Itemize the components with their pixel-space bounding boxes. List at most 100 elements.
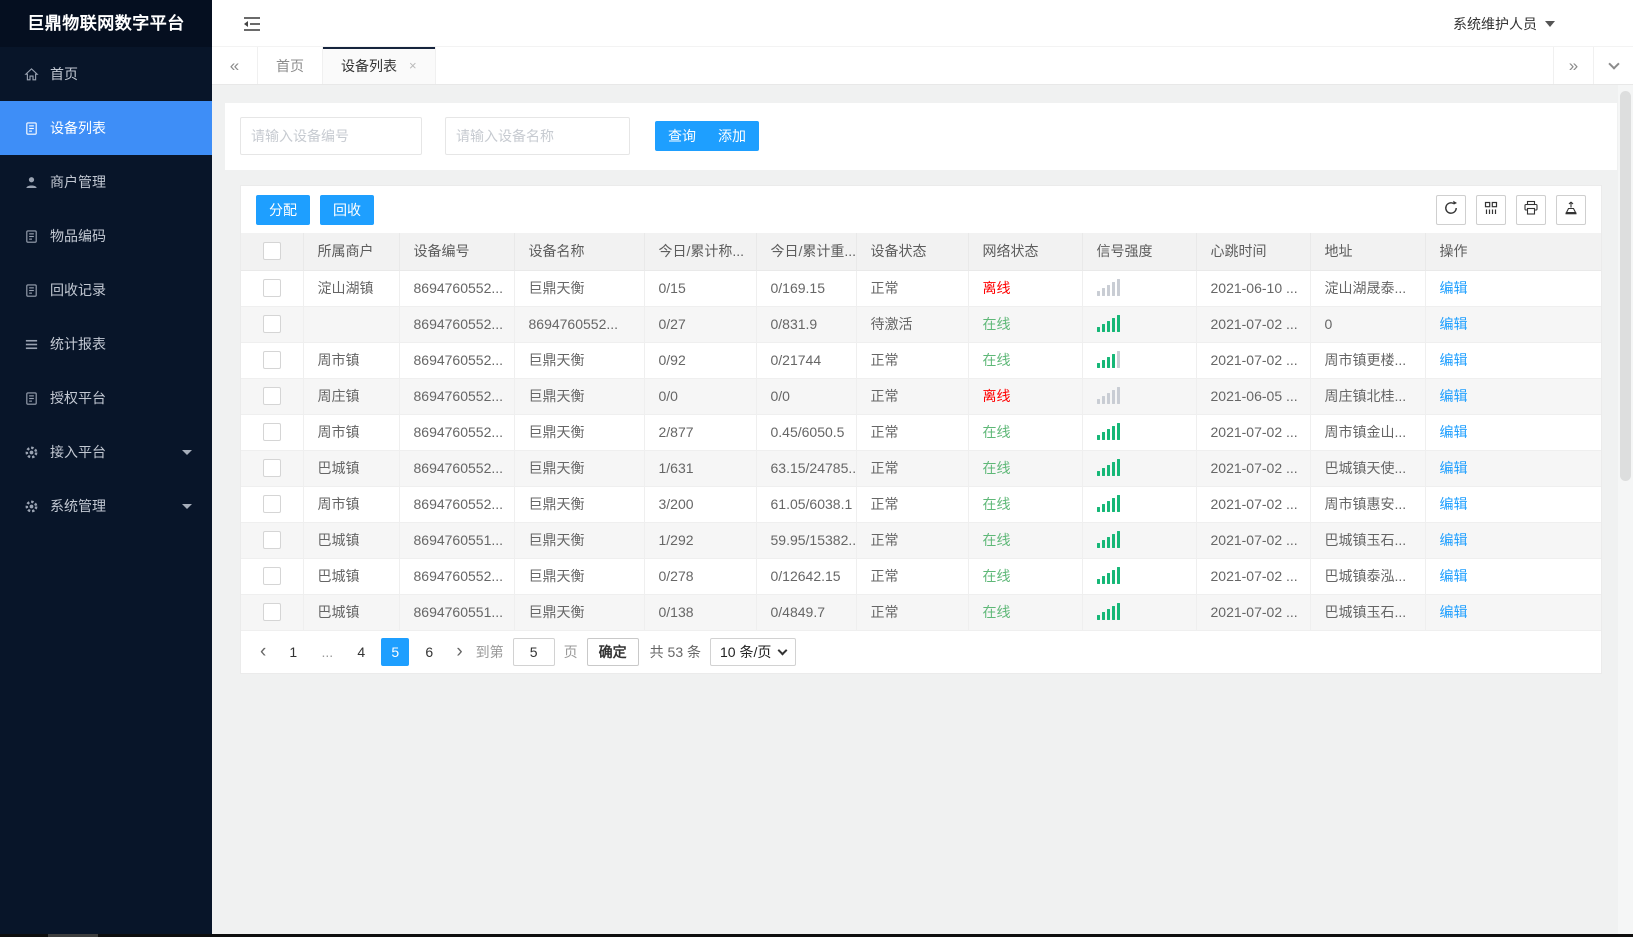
row-select-cell <box>241 558 304 595</box>
recycle-button[interactable]: 回收 <box>320 194 374 225</box>
page-number-6[interactable]: 6 <box>415 638 443 666</box>
table-row: 周市镇 8694760552... 巨鼎天衡 3/200 61.05/6038.1 正常在… <box>241 486 1601 523</box>
edit-link[interactable]: 编辑 <box>1440 532 1468 548</box>
sidebar-item-label: 设备列表 <box>50 120 106 136</box>
device-number-input[interactable] <box>240 117 422 155</box>
columns-button[interactable] <box>1476 194 1506 225</box>
clipboard-icon <box>24 282 40 298</box>
cell-today-total-weight: 0/21744 <box>756 342 857 379</box>
sidebar-item-授权平台[interactable]: 授权平台 <box>0 371 212 425</box>
signal-strength-bars-icon <box>1096 350 1120 368</box>
cell-address: 周市镇金山... <box>1310 414 1426 451</box>
page-number-1[interactable]: 1 <box>279 638 307 666</box>
sidebar-item-接入平台[interactable]: 接入平台 <box>0 425 212 479</box>
previous-page-icon[interactable]: ‹ <box>256 642 270 661</box>
row-select-cell <box>241 414 304 451</box>
table-toolbar: 分配 回收 <box>241 186 1601 233</box>
sidebar-item-统计报表[interactable]: 统计报表 <box>0 317 212 371</box>
tabs-menu-button[interactable] <box>1593 47 1633 84</box>
sidebar-toggle-icon[interactable] <box>242 14 262 34</box>
edit-link[interactable]: 编辑 <box>1440 280 1468 296</box>
cell-address: 周庄镇北桂... <box>1310 378 1426 415</box>
edit-link[interactable]: 编辑 <box>1440 388 1468 404</box>
tabs-scroll-left-button[interactable]: « <box>212 47 258 84</box>
print-button[interactable] <box>1516 194 1546 225</box>
row-checkbox[interactable] <box>262 459 281 478</box>
device-name-input[interactable] <box>445 117 630 155</box>
refresh-button[interactable] <box>1436 194 1466 225</box>
row-checkbox[interactable] <box>262 603 281 622</box>
app-logo: 巨鼎物联网数字平台 <box>0 0 212 47</box>
cell-device-status: 正常 <box>856 378 969 415</box>
cell-today-total-weight: 61.05/6038.1 <box>756 486 857 523</box>
refresh-icon <box>1443 200 1459 219</box>
cell-actions: 编辑 <box>1425 594 1601 631</box>
row-checkbox[interactable] <box>262 495 281 514</box>
cell-network-status: 在线 <box>968 594 1083 631</box>
sidebar-item-商户管理[interactable]: 商户管理 <box>0 155 212 209</box>
table-row: 周庄镇 8694760552... 巨鼎天衡 0/0 0/0 正常 离线 2021-06-05… <box>241 378 1601 415</box>
page-number-4[interactable]: 4 <box>347 638 375 666</box>
main-content: 查询 添加 分配 回收 所属商户设备编号设备名称今日/累计称...今日/累计重.… <box>212 85 1633 937</box>
edit-link[interactable]: 编辑 <box>1440 496 1468 512</box>
cell-network-status: 在线 <box>968 450 1083 487</box>
goto-page-input[interactable] <box>512 637 555 666</box>
export-button[interactable] <box>1556 194 1586 225</box>
cell-address: 0 <box>1310 306 1426 343</box>
edit-link[interactable]: 编辑 <box>1440 604 1468 620</box>
cell-today-total-count: 0/0 <box>644 378 757 415</box>
tabs-scroll-right-button[interactable]: » <box>1553 47 1593 84</box>
sidebar-item-回收记录[interactable]: 回收记录 <box>0 263 212 317</box>
page-number-5[interactable]: 5 <box>381 637 410 666</box>
tab-设备列表[interactable]: 设备列表 × <box>323 47 436 84</box>
cell-heartbeat-time: 2021-07-02 ... <box>1196 486 1311 523</box>
cell-device-name: 巨鼎天衡 <box>514 414 645 451</box>
next-page-icon[interactable]: › <box>452 642 466 661</box>
edit-link[interactable]: 编辑 <box>1440 352 1468 368</box>
assign-button[interactable]: 分配 <box>256 194 310 225</box>
page-ellipsis: ... <box>321 643 334 660</box>
column-header: 操作 <box>1425 233 1601 271</box>
page-size-select[interactable]: 10 条/页 <box>710 637 797 666</box>
total-count-label: 共 53 条 <box>649 643 702 660</box>
row-checkbox[interactable] <box>262 315 281 334</box>
sidebar-item-系统管理[interactable]: 系统管理 <box>0 479 212 533</box>
vertical-scrollbar-thumb[interactable] <box>1620 91 1631 481</box>
cell-device-name: 巨鼎天衡 <box>514 378 645 415</box>
query-button[interactable]: 查询 <box>655 121 709 151</box>
cell-heartbeat-time: 2021-07-02 ... <box>1196 450 1311 487</box>
row-checkbox[interactable] <box>262 279 281 298</box>
cell-device-status: 正常 <box>856 414 969 451</box>
edit-link[interactable]: 编辑 <box>1440 568 1468 584</box>
cell-merchant: 巴城镇 <box>303 594 400 631</box>
cell-network-status: 在线 <box>968 522 1083 559</box>
cell-device-number: 8694760552... <box>399 270 515 307</box>
sidebar-item-label: 物品编码 <box>50 228 106 244</box>
edit-link[interactable]: 编辑 <box>1440 460 1468 476</box>
row-checkbox[interactable] <box>262 351 281 370</box>
edit-link[interactable]: 编辑 <box>1440 424 1468 440</box>
cell-heartbeat-time: 2021-07-02 ... <box>1196 414 1311 451</box>
edit-link[interactable]: 编辑 <box>1440 316 1468 332</box>
sidebar-item-设备列表[interactable]: 设备列表 <box>0 101 212 155</box>
row-checkbox[interactable] <box>262 567 281 586</box>
row-checkbox[interactable] <box>262 531 281 550</box>
row-checkbox[interactable] <box>262 387 281 406</box>
print-icon <box>1523 200 1539 219</box>
cell-device-status: 正常 <box>856 594 969 631</box>
sidebar-item-首页[interactable]: 首页 <box>0 47 212 101</box>
sidebar-item-物品编码[interactable]: 物品编码 <box>0 209 212 263</box>
tab-首页[interactable]: 首页 <box>258 47 323 84</box>
confirm-page-button[interactable]: 确定 <box>586 637 639 666</box>
select-all-checkbox[interactable] <box>262 242 281 261</box>
column-header: 信号强度 <box>1082 233 1197 271</box>
row-select-cell <box>241 486 304 523</box>
cell-address: 淀山湖晟泰... <box>1310 270 1426 307</box>
vertical-scrollbar[interactable] <box>1618 85 1633 934</box>
add-button[interactable]: 添加 <box>705 121 759 151</box>
close-icon[interactable]: × <box>409 59 417 72</box>
sidebar-menu: 首页设备列表商户管理物品编码回收记录 统计报表 授权平台 接入平台 系统管理 <box>0 47 212 533</box>
row-checkbox[interactable] <box>262 423 281 442</box>
user-menu[interactable]: 系统维护人员 <box>1453 0 1555 47</box>
cell-actions: 编辑 <box>1425 486 1601 523</box>
